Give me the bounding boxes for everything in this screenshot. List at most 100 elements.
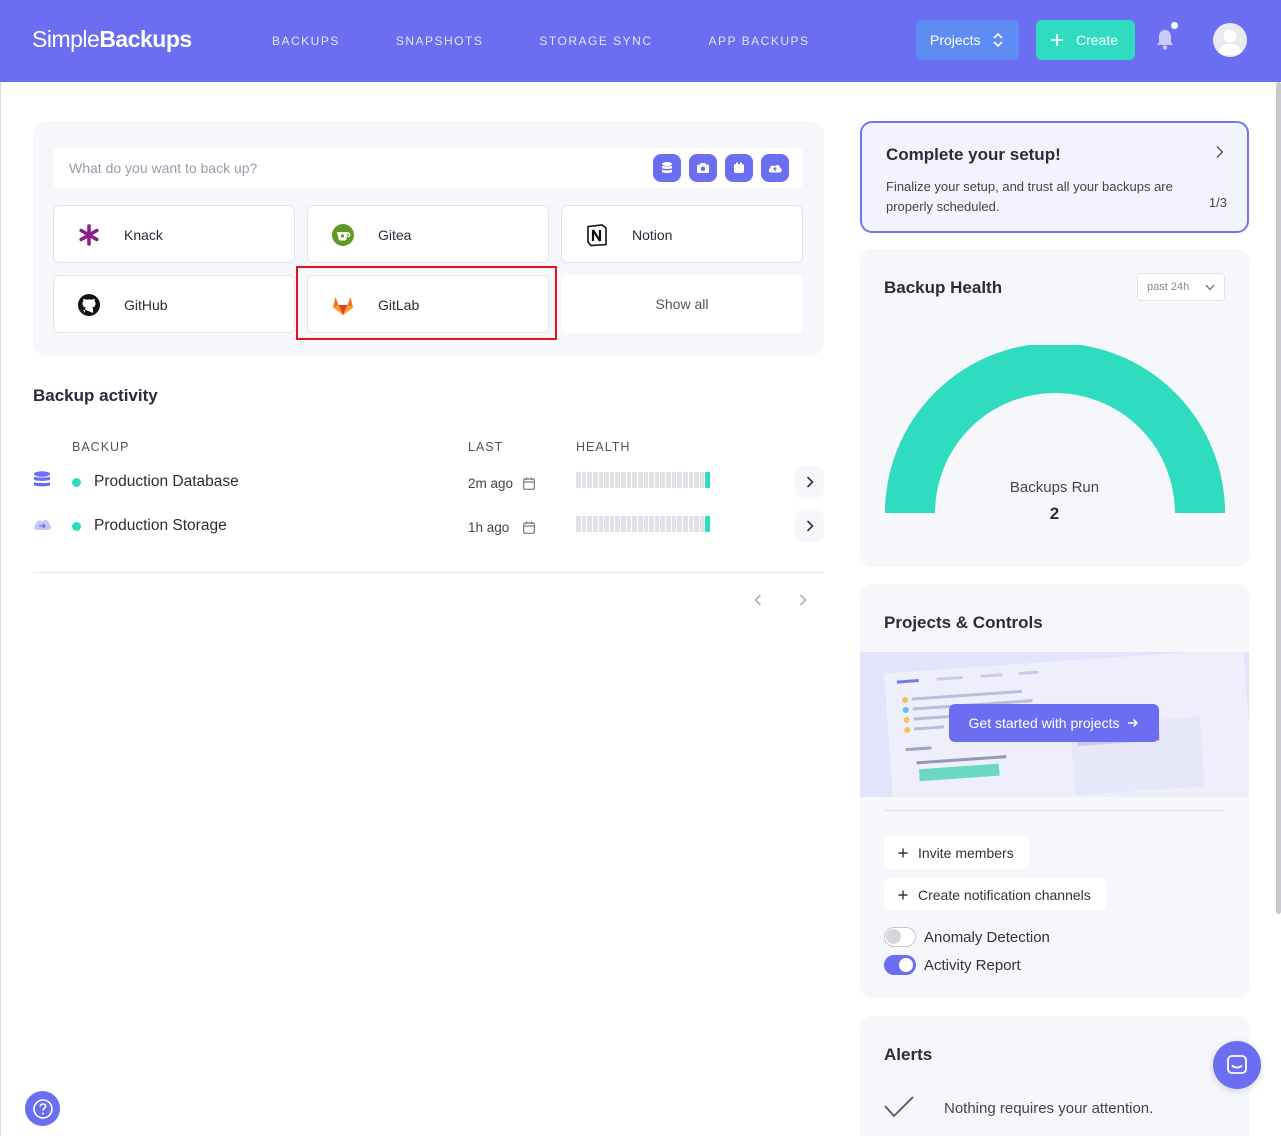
backup-type-icons [653,154,789,182]
plus-icon [1051,34,1063,46]
scrollbar[interactable] [1276,82,1281,914]
service-github[interactable]: GitHub [53,275,295,333]
setup-title: Complete your setup! [886,145,1061,164]
health-segment [649,516,654,532]
health-segment [671,516,677,532]
health-segment [587,516,592,532]
column-header-health: HEALTH [576,440,631,454]
health-segment [609,516,615,532]
chevron-left-icon [754,594,762,606]
row-open-button[interactable] [795,510,824,542]
nav-snapshots[interactable]: SNAPSHOTS [396,34,484,48]
health-segment [666,516,671,532]
nav-backups[interactable]: BACKUPS [272,34,340,48]
health-segment [643,516,649,532]
chat-launcher-button[interactable] [1213,1041,1261,1089]
projects-divider [884,810,1224,811]
next-page-button[interactable] [793,590,813,610]
health-segment [592,516,598,532]
plus-icon [898,848,908,857]
create-notification-channels-button[interactable]: Create notification channels [884,878,1106,911]
health-bar [576,516,710,532]
health-segment [626,472,632,488]
health-segment [671,472,677,488]
health-segment [604,472,609,488]
health-segment [654,516,660,532]
health-segment [666,472,671,488]
complete-setup-card[interactable]: Complete your setup! Finalize your setup… [860,121,1249,233]
plus-icon [898,890,908,899]
time-range-select[interactable]: past 24h [1137,273,1225,301]
show-all-button[interactable]: Show all [561,275,803,333]
chevron-down-icon [1205,284,1215,291]
health-segment [682,516,688,532]
health-segment [705,516,710,532]
get-started-projects-button[interactable]: Get started with projects [949,704,1159,742]
invite-members-button[interactable]: Invite members [884,836,1029,869]
logo[interactable]: SimpleBackups [32,26,192,53]
health-segment [660,516,665,532]
gitea-icon [330,222,356,248]
anomaly-detection-toggle[interactable] [884,927,916,947]
chevron-up-down-icon [993,33,1003,47]
projects-label: Projects [930,32,981,48]
main-nav: BACKUPS SNAPSHOTS STORAGE SYNC APP BACKU… [272,34,810,48]
top-navigation-bar: SimpleBackups BACKUPS SNAPSHOTS STORAGE … [0,0,1281,82]
health-segment [615,472,620,488]
database-icon[interactable] [653,154,681,182]
cloud-icon[interactable] [761,154,789,182]
health-segment [677,472,682,488]
camera-icon[interactable] [689,154,717,182]
row-open-button[interactable] [795,466,824,498]
activity-report-label: Activity Report [924,956,1021,974]
backup-last-run: 1h ago [468,520,510,535]
gauge-value: 2 [1049,504,1060,523]
health-segment [592,472,598,488]
health-title: Backup Health [884,278,1003,297]
backup-name[interactable]: Production Storage [94,517,227,535]
backup-name[interactable]: Production Database [94,473,239,491]
projects-controls-card: Projects & Controls Get started with pro… [860,584,1249,998]
nav-storage-sync[interactable]: STORAGE SYNC [539,34,652,48]
chevron-right-icon [806,520,814,532]
health-segment [609,472,615,488]
service-label: GitHub [124,297,168,313]
activity-title: Backup activity [33,386,158,405]
nav-app-backups[interactable]: APP BACKUPS [709,34,810,48]
previous-page-button[interactable] [748,590,768,610]
calendar-icon[interactable] [523,477,535,490]
user-silhouette-icon [1218,29,1242,55]
health-segment [604,516,609,532]
service-gitea[interactable]: Gitea [307,205,549,263]
health-segment [677,516,682,532]
alerts-title: Alerts [884,1045,933,1064]
activity-report-toggle[interactable] [884,955,916,975]
setup-progress: 1/3 [1208,195,1227,210]
health-segment [705,472,710,488]
search-input[interactable] [69,148,629,188]
service-knack[interactable]: Knack [53,205,295,263]
knack-icon [76,222,102,248]
health-segment [643,472,649,488]
avatar[interactable] [1213,23,1247,57]
service-label: Notion [632,227,673,243]
service-notion[interactable]: Notion [561,205,803,263]
health-segment [621,516,626,532]
column-header-backup: BACKUP [72,440,130,454]
database-icon [34,471,50,487]
notification-channels-label: Create notification channels [918,886,1091,903]
health-segment [632,516,637,532]
question-mark-icon [32,1098,53,1119]
help-button[interactable] [25,1091,60,1126]
app-box-icon[interactable] [725,154,753,182]
create-button[interactable]: Create [1036,20,1135,60]
service-label: Knack [124,227,163,243]
projects-dropdown[interactable]: Projects [916,20,1019,60]
health-segment [699,472,705,488]
bell-icon[interactable] [1153,28,1177,52]
chevron-right-icon [799,594,807,606]
health-segment [576,516,581,532]
calendar-icon[interactable] [523,521,535,534]
health-segment [694,516,699,532]
github-icon [76,292,102,318]
